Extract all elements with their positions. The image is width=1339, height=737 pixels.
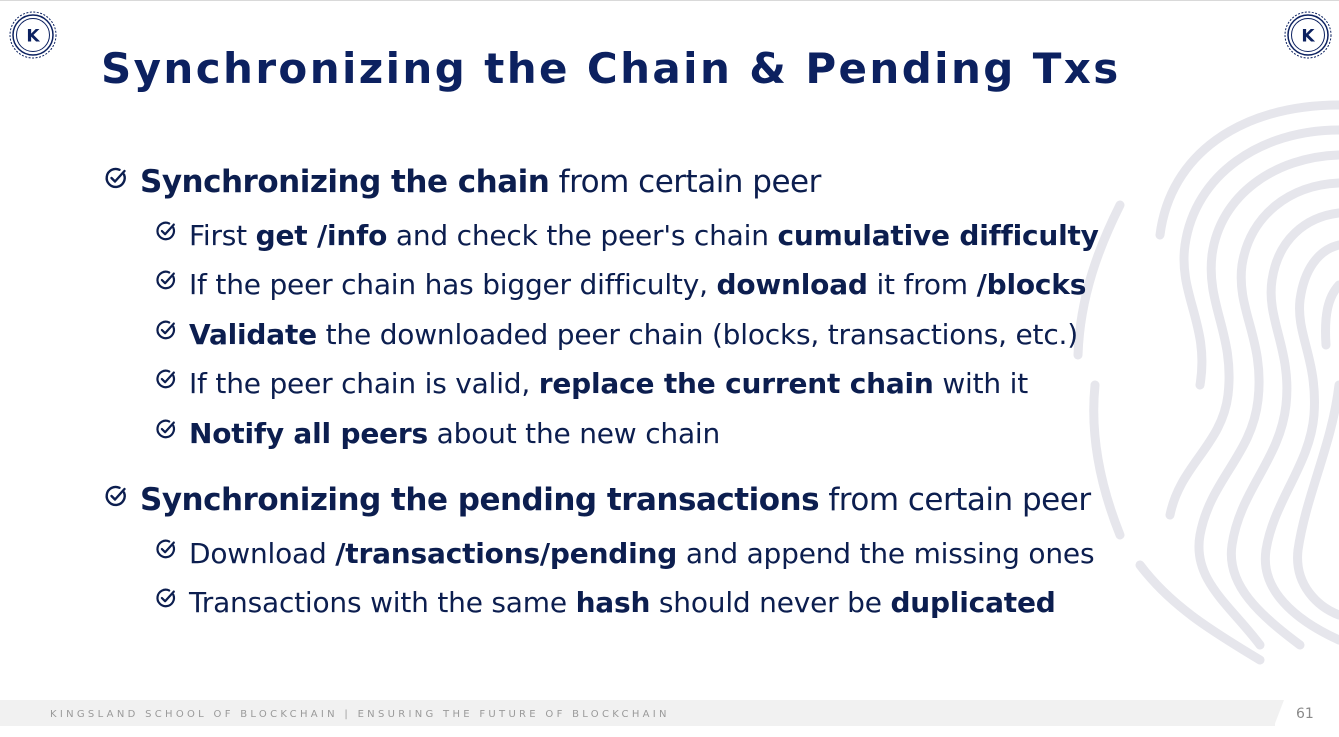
bullet-text-bold: get /info xyxy=(255,219,388,252)
bullet-item: First get /info and check the peer's cha… xyxy=(155,219,1099,252)
bullet-text: Transactions with the same xyxy=(189,586,576,619)
bullet-text: If the peer chain is valid, xyxy=(189,367,539,400)
bullet-text-bold: Synchronizing the pending transactions xyxy=(140,482,820,518)
check-circle-icon xyxy=(156,320,176,340)
bullet-item: Notify all peers about the new chain xyxy=(155,417,720,450)
top-divider xyxy=(0,0,1339,1)
bullet-text: from certain peer xyxy=(819,482,1091,518)
bullet-text-bold: duplicated xyxy=(890,586,1056,619)
bullet-item: If the peer chain has bigger difficulty,… xyxy=(155,268,1086,301)
bullet-item: Transactions with the same hash should n… xyxy=(155,586,1056,619)
svg-text:K: K xyxy=(26,27,40,47)
bullet-text-bold: Validate xyxy=(189,318,317,351)
check-circle-icon xyxy=(105,167,126,188)
bullet-text-bold: replace the current chain xyxy=(538,367,934,400)
bullet-item: Download /transactions/pending and appen… xyxy=(155,537,1095,570)
bullet-text: and check the peer's chain xyxy=(387,219,778,252)
check-circle-icon xyxy=(156,270,176,290)
bullet-item: Synchronizing the pending transactions f… xyxy=(104,482,1091,518)
bullet-text: with it xyxy=(933,367,1029,400)
bullet-item: Synchronizing the chain from certain pee… xyxy=(104,164,821,200)
check-circle-icon xyxy=(156,419,176,439)
bullet-text: If the peer chain has bigger difficulty, xyxy=(189,268,717,301)
bullet-text: Download xyxy=(189,537,336,570)
footer-tagline: KINGSLAND SCHOOL OF BLOCKCHAIN | ENSURIN… xyxy=(50,709,670,720)
bullet-text-bold: Synchronizing the chain xyxy=(140,164,550,200)
slide-title: Synchronizing the Chain & Pending Txs xyxy=(101,44,1121,93)
bullet-text: the downloaded peer chain (blocks, trans… xyxy=(316,318,1079,351)
bullet-text-bold: download xyxy=(716,268,868,301)
footer-bar-slant xyxy=(1274,700,1284,726)
bullet-text-bold: Notify all peers xyxy=(189,417,428,450)
kingsland-logo-icon: K xyxy=(9,11,57,59)
check-circle-icon xyxy=(156,221,176,241)
bullet-item: Validate the downloaded peer chain (bloc… xyxy=(155,318,1078,351)
page-number: 61 xyxy=(1296,706,1314,722)
bullet-text: First xyxy=(189,219,256,252)
check-circle-icon xyxy=(156,588,176,608)
bullet-text: and append the missing ones xyxy=(677,537,1095,570)
bullet-text-bold: /transactions/pending xyxy=(335,537,678,570)
logo-left: K xyxy=(9,11,57,59)
check-circle-icon xyxy=(105,485,126,506)
bullet-text: should never be xyxy=(650,586,891,619)
kingsland-logo-icon: K xyxy=(1284,11,1332,59)
check-circle-icon xyxy=(156,539,176,559)
bullet-text-bold: /blocks xyxy=(976,268,1087,301)
logo-right: K xyxy=(1284,11,1332,59)
bullet-text-bold: hash xyxy=(575,586,651,619)
bullet-text: from certain peer xyxy=(549,164,822,200)
check-circle-icon xyxy=(156,369,176,389)
bullet-text-bold: cumulative difficulty xyxy=(777,219,1099,252)
fingerprint-watermark xyxy=(1073,100,1339,665)
bullet-text: it from xyxy=(867,268,977,301)
svg-text:K: K xyxy=(1301,27,1315,47)
bullet-text: about the new chain xyxy=(427,417,721,450)
bullet-item: If the peer chain is valid, replace the … xyxy=(155,367,1028,400)
